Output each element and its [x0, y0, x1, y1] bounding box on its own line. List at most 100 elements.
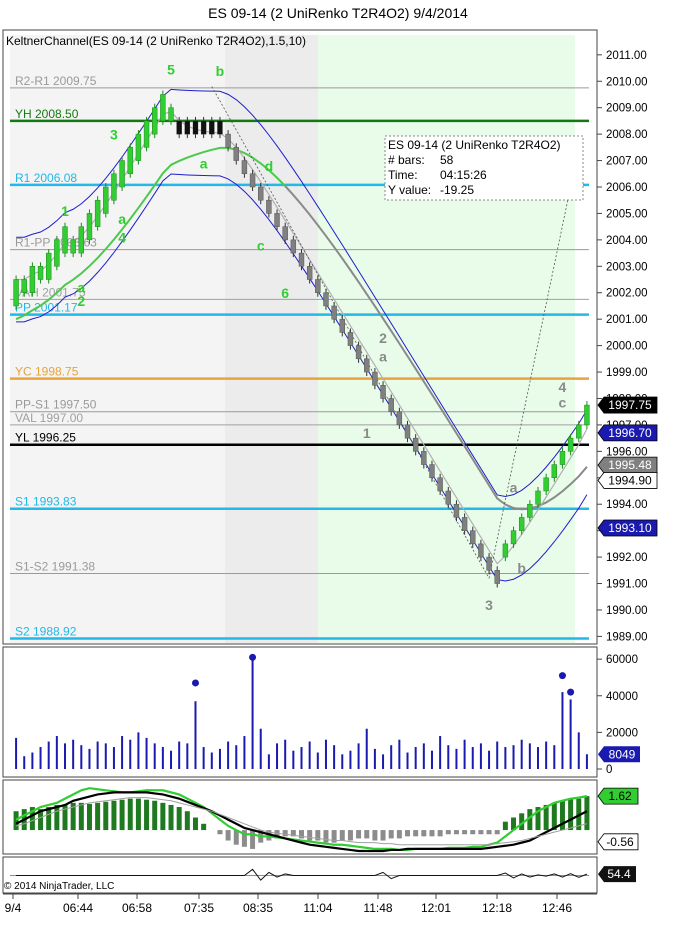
price-bar — [347, 332, 354, 346]
x-tick-label: 08:35 — [243, 901, 273, 915]
volume-bar — [406, 752, 409, 769]
macd-value-label: 1.62 — [608, 789, 632, 803]
y-tick-label: 2005.00 — [606, 208, 648, 220]
price-bar — [412, 437, 419, 452]
indicator-label: KeltnerChannel(ES 09-14 (2 UniRenko T2R4… — [6, 34, 306, 48]
price-tag: 1995.48 — [597, 456, 658, 474]
volume-bar — [276, 743, 279, 769]
price-bar — [70, 239, 76, 254]
price-bar — [225, 133, 231, 148]
macd-histogram-bar — [168, 804, 174, 831]
level-label: R2-R1 2009.75 — [15, 74, 97, 88]
volume-bar — [528, 743, 531, 769]
y-tick-label: 1994.00 — [606, 499, 648, 511]
volume-bar — [210, 752, 213, 769]
session-shade-mid — [225, 35, 318, 643]
price-bar — [494, 570, 500, 584]
price-bar — [486, 556, 492, 571]
volume-bar — [31, 752, 34, 769]
price-bar — [388, 398, 394, 412]
price-bar — [372, 371, 378, 386]
macd-histogram-bar — [413, 830, 419, 837]
wave-label: 1 — [363, 425, 371, 441]
volume-bar — [455, 748, 458, 769]
macd-histogram-bar — [307, 830, 313, 841]
volume-bar — [512, 745, 515, 769]
price-tag-label: 1995.48 — [608, 458, 652, 472]
macd-histogram-bar — [144, 799, 150, 831]
price-bar — [470, 530, 476, 545]
volume-bar — [496, 741, 499, 769]
price-bar — [355, 345, 362, 360]
info-line-yvalue: Y value: — [388, 183, 431, 197]
price-bar — [339, 318, 345, 333]
volume-bar — [55, 736, 58, 769]
price-tag-label: 1993.10 — [608, 521, 652, 535]
macd-histogram-bar — [54, 804, 60, 831]
x-tick-label: 9/4 — [5, 901, 22, 915]
price-bar — [315, 279, 321, 293]
volume-bar — [536, 747, 539, 769]
y-tick-label: 2000.00 — [606, 341, 648, 353]
wave-label: a — [118, 211, 126, 227]
volume-value-label: 8049 — [609, 747, 636, 761]
volume-bar — [161, 747, 164, 769]
volume-bar — [488, 750, 491, 769]
y-tick-label: 2011.00 — [606, 50, 647, 62]
price-tag: 1997.75 — [597, 396, 658, 414]
macd-histogram-bar — [152, 800, 158, 831]
macd-histogram-bar — [184, 811, 190, 831]
level-label: PP 2001.17 — [15, 301, 78, 315]
price-bar — [510, 530, 517, 545]
price-bar — [445, 490, 451, 505]
macd-histogram-bar — [233, 830, 239, 845]
volume-marker — [558, 672, 566, 680]
macd-histogram-bar — [103, 801, 109, 831]
level-label: PP-S1 1997.50 — [15, 398, 97, 412]
y-tick-label: 1996.00 — [606, 446, 648, 458]
session-shade-main — [318, 35, 575, 643]
volume-pane — [2, 646, 598, 778]
price-bar — [217, 120, 223, 135]
macd-histogram-bar — [502, 821, 508, 831]
wave-label: 1 — [61, 203, 69, 219]
price-bar — [404, 424, 411, 439]
volume-marker — [567, 688, 575, 696]
price-bar — [429, 464, 435, 479]
volume-bar — [267, 754, 270, 769]
price-bar — [168, 107, 174, 122]
wave-label: a — [510, 479, 518, 495]
price-bar — [201, 120, 207, 135]
info-value-yvalue: -19.25 — [440, 183, 474, 197]
volume-bar — [39, 747, 42, 769]
y-tick-label: 2008.00 — [606, 129, 648, 141]
price-bar — [461, 517, 468, 531]
macd-histogram-bar — [250, 830, 256, 849]
volume-bar — [569, 699, 572, 769]
volume-bar — [300, 747, 303, 769]
level-label: YL 1996.25 — [15, 431, 76, 445]
volume-tick-label: 60000 — [606, 654, 638, 666]
price-bar — [551, 464, 557, 479]
price-bar — [249, 173, 256, 188]
level-label: YH 2008.50 — [15, 107, 79, 121]
volume-bar — [463, 739, 466, 769]
volume-bar — [365, 728, 368, 769]
macd-histogram-bar — [429, 830, 435, 837]
macd-histogram-bar — [217, 830, 223, 835]
macd-histogram-bar — [135, 798, 141, 831]
volume-bar — [333, 745, 336, 769]
volume-bar — [284, 739, 287, 769]
macd-histogram-bar — [111, 800, 117, 831]
volume-bar — [218, 748, 221, 769]
macd-histogram-bar — [453, 830, 459, 835]
volume-bar — [398, 739, 401, 769]
price-bar — [298, 252, 305, 267]
wave-label: 4 — [559, 379, 567, 395]
info-line-bars: # bars: — [388, 153, 425, 167]
macd-histogram-bar — [176, 807, 182, 831]
macd-histogram-bar — [225, 830, 231, 841]
level-label: S1 1993.83 — [15, 495, 77, 509]
price-tag-label: 1996.70 — [608, 426, 652, 440]
price-bar — [502, 543, 509, 558]
